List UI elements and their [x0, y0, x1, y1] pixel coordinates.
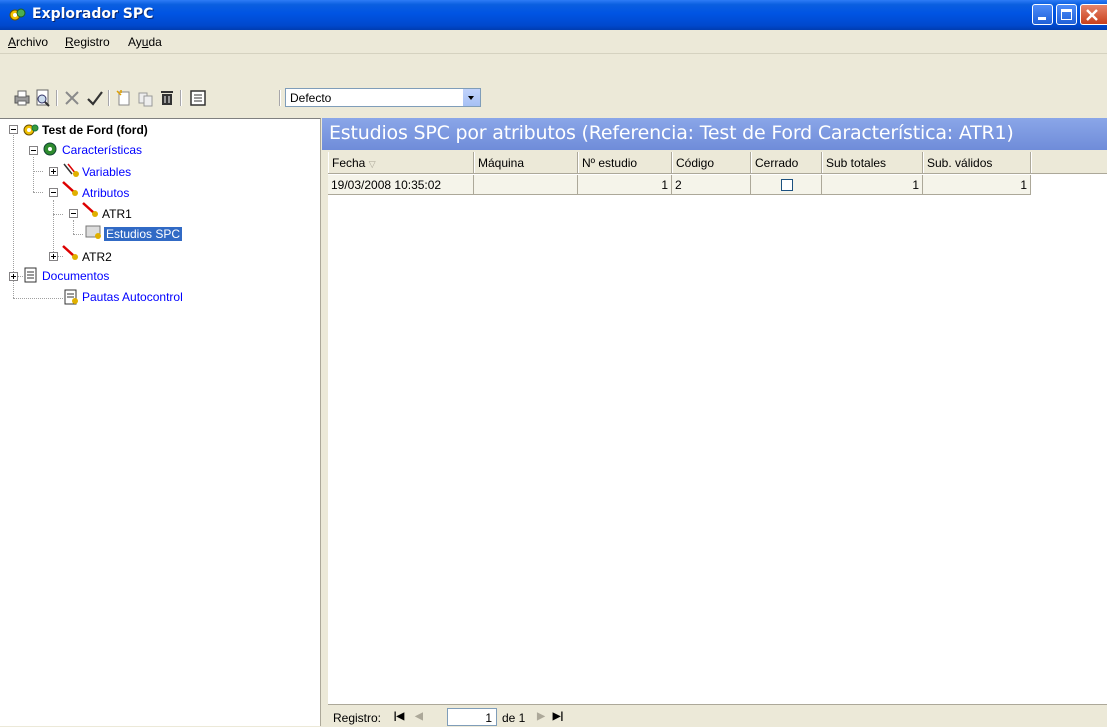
cerrado-checkbox[interactable] — [781, 179, 793, 191]
grid-header: Fecha ▽ Máquina Nº estudio Código Cerrad… — [328, 152, 1107, 174]
study-icon — [85, 225, 101, 239]
print-preview-icon[interactable] — [33, 88, 53, 108]
column-sub-totales[interactable]: Sub totales — [822, 152, 923, 173]
expand-variables-button[interactable] — [49, 167, 58, 176]
trash-icon[interactable] — [157, 88, 177, 108]
title-bar: Explorador SPC — [0, 0, 1107, 30]
chevron-down-icon[interactable] — [462, 89, 480, 106]
cell-cerrado[interactable] — [751, 175, 822, 195]
cell-fecha[interactable]: 19/03/2008 10:35:02 — [328, 175, 474, 195]
column-fecha[interactable]: Fecha ▽ — [328, 152, 474, 173]
form-icon[interactable] — [188, 88, 208, 108]
tree-item-documentos[interactable]: Documentos — [42, 269, 109, 283]
collapse-atributos-button[interactable] — [49, 188, 58, 197]
tree-panel: Test de Ford (ford) Características Vari… — [0, 118, 321, 726]
record-number-input[interactable]: 1 — [447, 708, 497, 726]
copy-icon[interactable] — [136, 88, 156, 108]
close-button[interactable] — [1080, 4, 1107, 25]
collapse-root-button[interactable] — [9, 125, 18, 134]
record-navigator: Registro: |◀ ◀ 1 de 1 ▶ ▶| — [328, 704, 1107, 727]
studies-grid: Fecha ▽ Máquina Nº estudio Código Cerrad… — [328, 152, 1107, 704]
expand-documentos-button[interactable] — [9, 272, 18, 281]
print-icon[interactable] — [12, 88, 32, 108]
collapse-atr1-button[interactable] — [69, 209, 78, 218]
window-title: Explorador SPC — [32, 6, 154, 22]
document-icon — [24, 267, 37, 283]
attribute-icon — [82, 202, 98, 217]
menu-registro[interactable]: Registro — [65, 35, 110, 49]
delete-icon[interactable] — [62, 88, 82, 108]
menu-archivo[interactable]: Archivo — [8, 35, 48, 49]
view-combo-value: Defecto — [290, 91, 332, 105]
tree-item-root[interactable]: Test de Ford (ford) — [42, 123, 148, 137]
minimize-button[interactable] — [1032, 4, 1053, 25]
tree-item-caracteristicas[interactable]: Características — [62, 143, 142, 157]
record-count: de 1 — [502, 711, 526, 725]
cell-sub-validos[interactable]: 1 — [923, 175, 1031, 195]
gear-icon — [23, 124, 39, 136]
cell-codigo[interactable]: 2 — [672, 175, 751, 195]
app-icon — [9, 8, 26, 21]
checklist-icon — [64, 289, 78, 305]
tree-item-variables[interactable]: Variables — [82, 165, 131, 179]
last-record-button[interactable]: ▶| — [550, 710, 566, 724]
attribute-icon — [62, 245, 78, 260]
view-combo[interactable]: Defecto — [285, 88, 481, 107]
column-n-estudio[interactable]: Nº estudio — [578, 152, 672, 173]
column-filler — [1031, 152, 1107, 173]
tree-item-atr2[interactable]: ATR2 — [82, 250, 112, 264]
cell-n-estudio[interactable]: 1 — [578, 175, 672, 195]
tree-item-estudios-spc[interactable]: Estudios SPC — [104, 227, 183, 241]
sort-icon: ▽ — [368, 159, 376, 169]
navigator-label: Registro: — [333, 711, 382, 725]
maximize-button[interactable] — [1056, 4, 1077, 25]
prev-record-button[interactable]: ◀ — [411, 710, 427, 724]
menu-ayuda[interactable]: Ayuda — [128, 35, 162, 49]
panel-header: Estudios SPC por atributos (Referencia: … — [322, 118, 1107, 150]
column-maquina[interactable]: Máquina — [474, 152, 578, 173]
column-sub-validos[interactable]: Sub. válidos — [923, 152, 1031, 173]
next-record-button[interactable]: ▶ — [533, 710, 549, 724]
cell-sub-totales[interactable]: 1 — [822, 175, 923, 195]
tree-item-pautas[interactable]: Pautas Autocontrol — [82, 290, 183, 304]
variables-icon — [63, 163, 79, 177]
collapse-caracteristicas-button[interactable] — [29, 146, 38, 155]
expand-atr2-button[interactable] — [49, 252, 58, 261]
tree-item-atributos[interactable]: Atributos — [82, 186, 129, 200]
characteristics-icon — [43, 142, 57, 156]
column-codigo[interactable]: Código — [672, 152, 751, 173]
menu-bar: Archivo Registro Ayuda — [0, 30, 1107, 54]
attributes-icon — [62, 181, 78, 196]
column-cerrado[interactable]: Cerrado — [751, 152, 822, 173]
new-icon[interactable] — [114, 88, 134, 108]
close-icon — [1086, 9, 1098, 21]
cell-maquina[interactable] — [474, 175, 578, 195]
first-record-button[interactable]: |◀ — [391, 710, 407, 724]
accept-icon[interactable] — [85, 88, 105, 108]
tree-item-atr1[interactable]: ATR1 — [102, 207, 132, 221]
panel-title: Estudios SPC por atributos (Referencia: … — [329, 122, 1014, 144]
